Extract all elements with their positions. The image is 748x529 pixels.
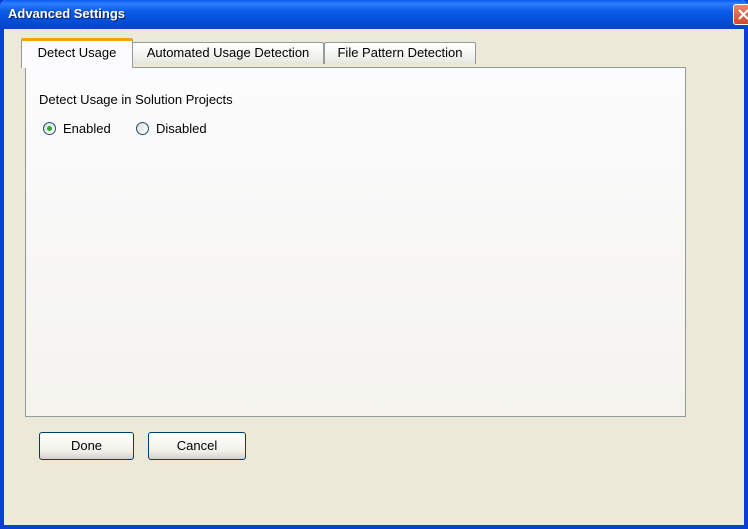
close-icon: [738, 9, 748, 20]
done-button[interactable]: Done: [39, 432, 134, 460]
tab-automated-usage-detection[interactable]: Automated Usage Detection: [132, 42, 324, 64]
advanced-settings-dialog: Advanced Settings Detect Usage Automated…: [0, 0, 748, 529]
tab-panel-detect-usage: Detect Usage in Solution Projects Enable…: [25, 67, 686, 417]
title-bar[interactable]: Advanced Settings: [0, 0, 748, 29]
enabled-radio-option[interactable]: Enabled: [43, 119, 111, 137]
window-title: Advanced Settings: [8, 6, 126, 21]
enabled-radio[interactable]: [43, 121, 56, 135]
disabled-radio-option[interactable]: Disabled: [136, 119, 207, 137]
tab-file-pattern-detection[interactable]: File Pattern Detection: [324, 42, 476, 64]
detect-usage-label: Detect Usage in Solution Projects: [39, 92, 233, 107]
enabled-label: Enabled: [63, 120, 111, 136]
cancel-button[interactable]: Cancel: [148, 432, 246, 460]
tab-detect-usage[interactable]: Detect Usage: [21, 38, 133, 68]
close-button[interactable]: [733, 4, 748, 25]
disabled-label: Disabled: [156, 120, 207, 136]
radio-selected-dot: [47, 125, 52, 131]
disabled-radio[interactable]: [136, 121, 149, 135]
